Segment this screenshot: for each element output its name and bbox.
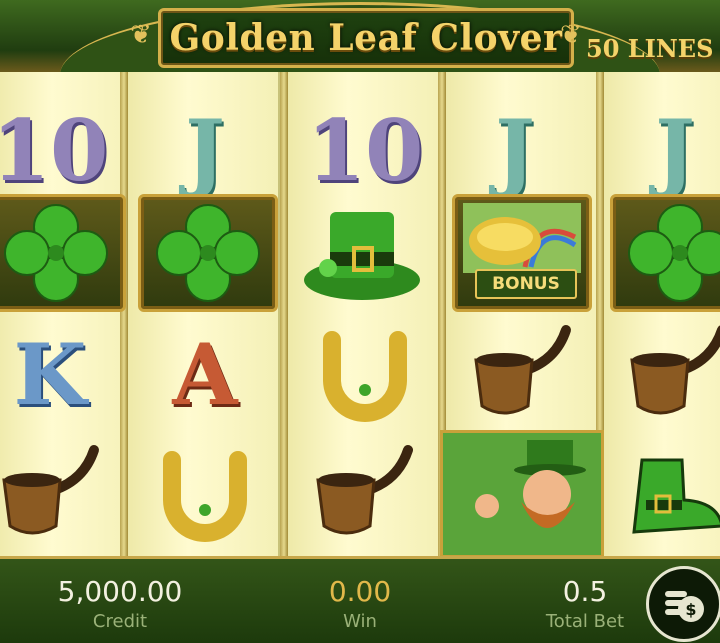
pipe-icon bbox=[630, 325, 720, 415]
pipe-symbol bbox=[308, 440, 428, 550]
reel-divider bbox=[280, 72, 288, 556]
leprechaun-symbol bbox=[440, 430, 604, 558]
total-bet-value: 0.5 bbox=[562, 575, 608, 608]
win-label: Win bbox=[343, 611, 377, 632]
horseshoe-symbol bbox=[310, 320, 420, 430]
symbol-ace: A bbox=[172, 324, 238, 424]
game-title: Golden Leaf Clover bbox=[169, 17, 563, 59]
symbol-jack: J bbox=[655, 100, 695, 200]
pipe-icon bbox=[316, 445, 413, 535]
leprechaun-icon bbox=[475, 440, 586, 528]
four-leaf-clover-icon bbox=[628, 204, 720, 302]
boot-icon bbox=[632, 458, 720, 534]
pipe-symbol bbox=[466, 320, 586, 430]
clover-symbol bbox=[0, 194, 126, 312]
total-bet-label: Total Bet bbox=[545, 611, 625, 632]
leprechaun-hat-symbol bbox=[300, 200, 424, 310]
svg-text:$: $ bbox=[685, 600, 696, 619]
header-bar: ❦ Golden Leaf Clover ❦ 50 LINES bbox=[0, 0, 720, 75]
four-leaf-clover-icon bbox=[4, 204, 108, 302]
win-value: 0.00 bbox=[328, 575, 392, 608]
clover-symbol bbox=[138, 194, 278, 312]
four-leaf-clover-icon bbox=[156, 204, 260, 302]
pipe-symbol bbox=[626, 320, 720, 430]
horseshoe-symbol bbox=[150, 440, 260, 550]
horseshoe-icon bbox=[323, 331, 407, 422]
coins-icon: $ bbox=[665, 591, 704, 622]
celtic-ornament-right-icon: ❦ bbox=[560, 20, 582, 50]
reel-area: 10 J 10 J J BONUS K A bbox=[0, 72, 720, 558]
credit-value: 5,000.00 bbox=[57, 575, 183, 608]
symbol-ten: 10 bbox=[0, 100, 109, 200]
reel-divider bbox=[120, 72, 128, 556]
game-title-plate: Golden Leaf Clover bbox=[158, 8, 574, 68]
footer-bar: 5,000.00 Credit 0.00 Win 0.5 Total Bet bbox=[0, 556, 720, 643]
clover-symbol bbox=[610, 194, 720, 312]
bonus-label: BONUS bbox=[475, 269, 577, 299]
horseshoe-icon bbox=[163, 451, 247, 542]
pipe-icon bbox=[474, 325, 571, 415]
symbol-jack: J bbox=[495, 100, 535, 200]
symbol-king: K bbox=[13, 324, 87, 424]
celtic-ornament-left-icon: ❦ bbox=[130, 20, 152, 50]
leprechaun-hat-icon bbox=[304, 212, 420, 300]
symbol-ten: 10 bbox=[306, 100, 424, 200]
leprechaun-boot-symbol bbox=[622, 440, 720, 550]
bet-coins-button[interactable]: $ bbox=[646, 566, 720, 642]
credit-label: Credit bbox=[92, 611, 148, 632]
pipe-symbol bbox=[0, 440, 114, 550]
pipe-icon bbox=[2, 445, 99, 535]
symbol-jack: J bbox=[185, 100, 225, 200]
lines-count: 50 LINES bbox=[586, 34, 714, 63]
bonus-symbol: BONUS bbox=[452, 194, 592, 312]
